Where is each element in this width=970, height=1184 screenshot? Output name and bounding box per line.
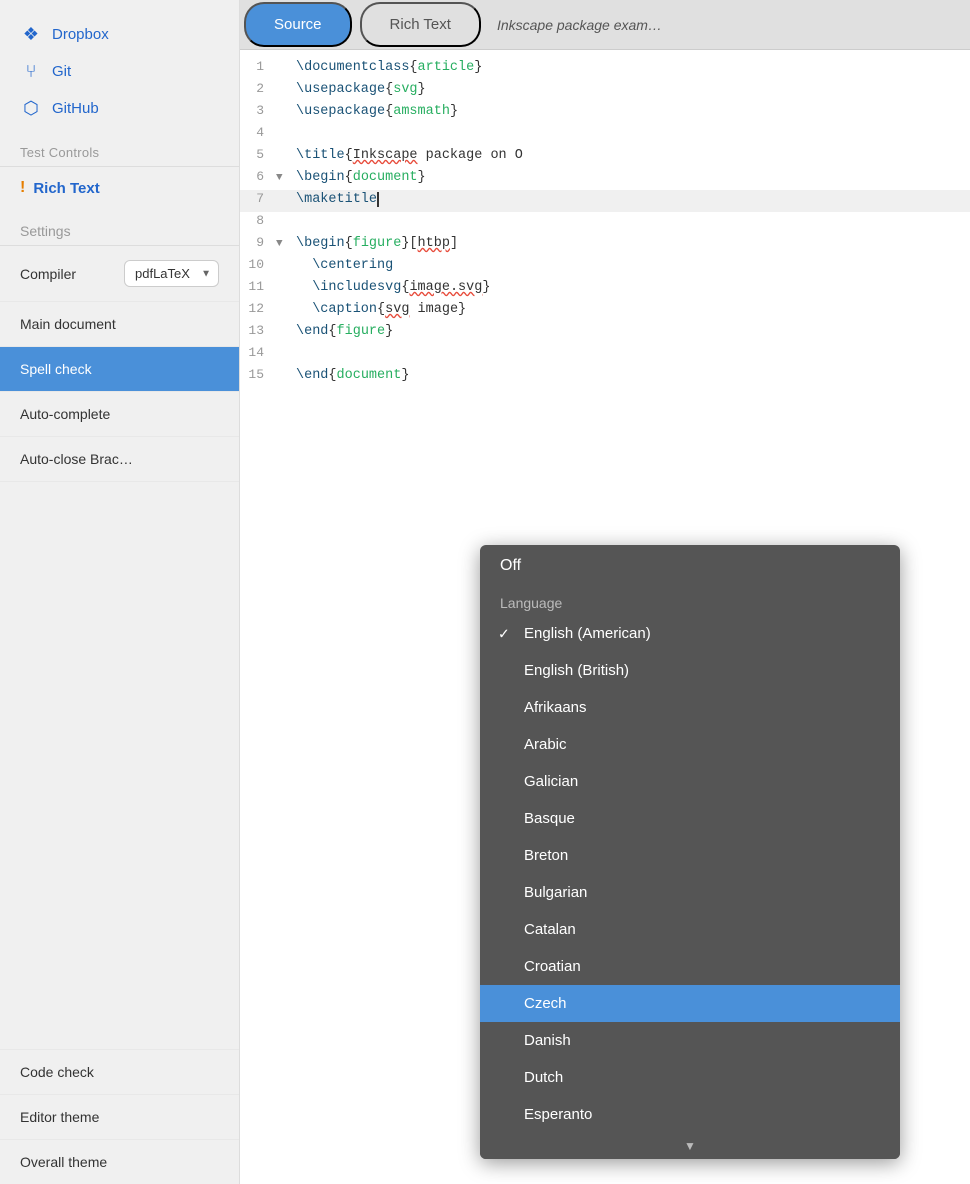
code-line-11: 11 \includesvg{image.svg}: [240, 278, 970, 300]
settings-section: Settings Compiler pdfLaTeX LaTeX XeLaTeX…: [0, 207, 239, 482]
dropdown-item-danish[interactable]: Danish: [480, 1022, 900, 1059]
code-line-5: 5 \title{Inkscape package on O: [240, 146, 970, 168]
editor-panel: Source Rich Text Inkscape package exam… …: [240, 0, 970, 1184]
code-line-3: 3 \usepackage{amsmath}: [240, 102, 970, 124]
spell-check-dropdown: Off Language English (American) English …: [480, 545, 900, 1159]
bottom-labels: Code check Editor theme Overall theme: [0, 1049, 239, 1184]
settings-row-editor-theme[interactable]: Editor theme: [0, 1094, 239, 1139]
github-label: GitHub: [52, 100, 99, 117]
sidebar: ❖ Dropbox ⑂ Git ⬡ GitHub Test Controls !…: [0, 0, 240, 1184]
editor-header: Source Rich Text Inkscape package exam…: [240, 0, 970, 50]
dropdown-item-esperanto[interactable]: Esperanto: [480, 1096, 900, 1133]
compiler-select-wrapper[interactable]: pdfLaTeX LaTeX XeLaTeX LuaLaTeX: [124, 260, 219, 287]
sidebar-item-git[interactable]: ⑂ Git: [0, 53, 239, 90]
main-document-label: Main document: [20, 316, 116, 332]
sidebar-item-dropbox[interactable]: ❖ Dropbox: [0, 16, 239, 53]
dropdown-off-option[interactable]: Off: [480, 545, 900, 587]
dropdown-item-dutch[interactable]: Dutch: [480, 1059, 900, 1096]
compiler-label: Compiler: [20, 266, 76, 282]
code-line-7: 7 \maketitle: [240, 190, 970, 212]
dropdown-item-galician[interactable]: Galician: [480, 763, 900, 800]
git-icon: ⑂: [20, 61, 42, 82]
code-line-13: 13 \end{figure}: [240, 322, 970, 344]
rich-text-label: Rich Text: [33, 180, 99, 197]
code-line-14: 14: [240, 344, 970, 366]
auto-close-brackets-label: Auto-close Brac…: [20, 451, 133, 467]
dropdown-item-english-british[interactable]: English (British): [480, 652, 900, 689]
dropdown-item-arabic[interactable]: Arabic: [480, 726, 900, 763]
code-line-4: 4: [240, 124, 970, 146]
code-line-10: 10 \centering: [240, 256, 970, 278]
nav-section: ❖ Dropbox ⑂ Git ⬡ GitHub: [0, 0, 239, 135]
code-line-15: 15 \end{document}: [240, 366, 970, 388]
dropdown-item-basque[interactable]: Basque: [480, 800, 900, 837]
blank-space: [0, 482, 239, 1049]
sidebar-item-rich-text[interactable]: ! Rich Text: [0, 169, 239, 207]
settings-row-code-check[interactable]: Code check: [0, 1049, 239, 1094]
code-line-8: 8: [240, 212, 970, 234]
dropdown-item-catalan[interactable]: Catalan: [480, 911, 900, 948]
dropdown-item-bulgarian[interactable]: Bulgarian: [480, 874, 900, 911]
code-line-1: 1 \documentclass{article}: [240, 58, 970, 80]
exclaim-icon: !: [20, 179, 25, 197]
code-line-12: 12 \caption{svg image}: [240, 300, 970, 322]
tab-rich-text[interactable]: Rich Text: [360, 2, 481, 47]
settings-row-spell-check[interactable]: Spell check: [0, 347, 239, 392]
sidebar-item-github[interactable]: ⬡ GitHub: [0, 90, 239, 127]
dropdown-scroll-arrow: ▼: [480, 1133, 900, 1159]
settings-row-auto-close-brackets[interactable]: Auto-close Brac…: [0, 437, 239, 482]
dropdown-item-afrikaans[interactable]: Afrikaans: [480, 689, 900, 726]
dropdown-item-english-american[interactable]: English (American): [480, 615, 900, 652]
spell-check-label: Spell check: [20, 361, 92, 377]
dropdown-item-croatian[interactable]: Croatian: [480, 948, 900, 985]
tab-source[interactable]: Source: [244, 2, 352, 47]
divider-1: [0, 166, 239, 167]
code-line-6: 6 ▼ \begin{document}: [240, 168, 970, 190]
git-label: Git: [52, 63, 71, 80]
dropbox-icon: ❖: [20, 24, 42, 45]
github-icon: ⬡: [20, 98, 42, 119]
code-line-9: 9 ▼ \begin{figure}[htbp]: [240, 234, 970, 256]
settings-row-compiler: Compiler pdfLaTeX LaTeX XeLaTeX LuaLaTeX: [0, 246, 239, 302]
dropdown-group-label: Language: [480, 587, 900, 615]
settings-row-overall-theme[interactable]: Overall theme: [0, 1139, 239, 1184]
auto-complete-label: Auto-complete: [20, 406, 110, 422]
settings-row-auto-complete[interactable]: Auto-complete: [0, 392, 239, 437]
settings-row-main-document[interactable]: Main document: [0, 302, 239, 347]
dropdown-item-czech[interactable]: Czech: [480, 985, 900, 1022]
editor-title: Inkscape package exam…: [485, 17, 674, 33]
dropbox-label: Dropbox: [52, 26, 109, 43]
code-line-2: 2 \usepackage{svg}: [240, 80, 970, 102]
compiler-select[interactable]: pdfLaTeX LaTeX XeLaTeX LuaLaTeX: [124, 260, 219, 287]
settings-label: Settings: [0, 217, 239, 245]
test-controls-label: Test Controls: [0, 135, 239, 164]
dropdown-item-breton[interactable]: Breton: [480, 837, 900, 874]
